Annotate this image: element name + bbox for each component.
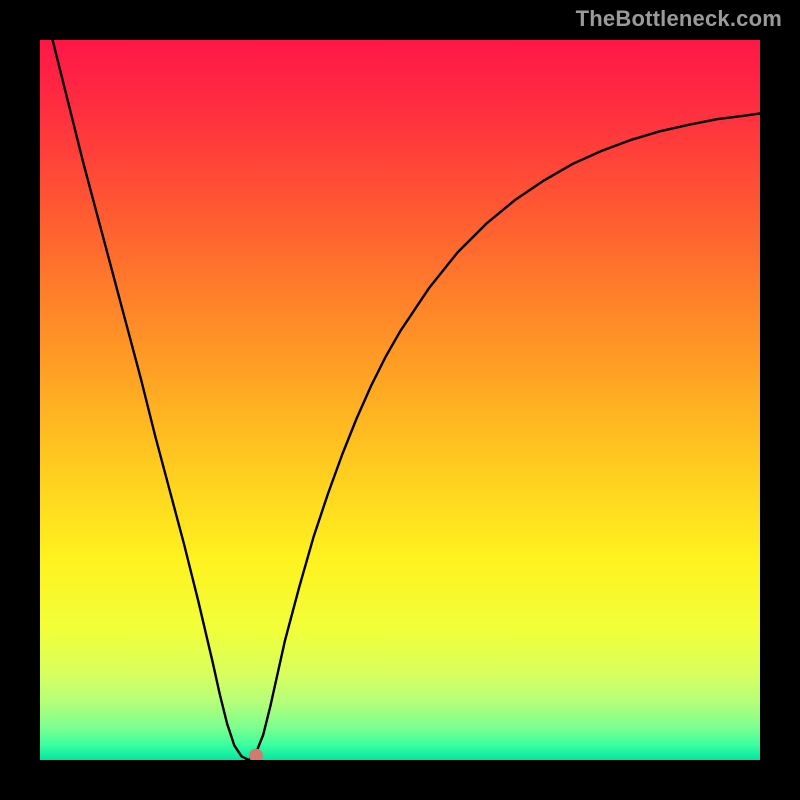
plot-area <box>40 40 760 760</box>
gradient-background <box>40 40 760 760</box>
watermark-text: TheBottleneck.com <box>576 6 782 32</box>
chart-frame: TheBottleneck.com <box>0 0 800 800</box>
chart-svg <box>40 40 760 760</box>
